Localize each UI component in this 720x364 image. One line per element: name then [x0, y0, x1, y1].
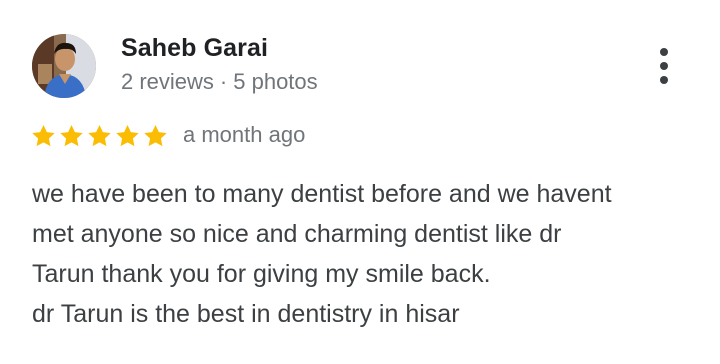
avatar-photo — [32, 34, 96, 98]
star-icon — [32, 124, 55, 147]
star-rating — [30, 123, 169, 149]
reviewer-meta: 2 reviews · 5 photos — [121, 69, 318, 95]
review-text-line: Tarun thank you for giving my smile back… — [32, 260, 491, 288]
review-card: Saheb Garai 2 reviews · 5 photos a month a… — [0, 0, 720, 364]
more-vert-icon-dot — [660, 62, 668, 70]
review-text-line: we have been to many dentist before and … — [32, 180, 612, 208]
more-vert-icon — [660, 48, 668, 56]
star-icon — [88, 124, 111, 147]
star-icon — [60, 124, 83, 147]
star-icon — [116, 124, 139, 147]
review-text: we have been to many dentist before and … — [32, 174, 702, 334]
reviewer-avatar[interactable] — [32, 34, 96, 98]
review-text-line: dr Tarun is the best in dentistry in his… — [32, 300, 460, 328]
more-vert-icon-dot — [660, 76, 668, 84]
more-options-button[interactable] — [646, 44, 682, 88]
meta-separator: · — [219, 69, 228, 94]
rating-row: a month ago — [30, 121, 305, 151]
star-icon — [144, 124, 167, 147]
reviewer-name[interactable]: Saheb Garai — [121, 34, 268, 63]
review-time: a month ago — [183, 122, 306, 147]
photo-count: 5 photos — [233, 69, 318, 94]
review-count: 2 reviews — [121, 69, 214, 94]
review-text-line: met anyone so nice and charming dentist … — [32, 220, 562, 248]
